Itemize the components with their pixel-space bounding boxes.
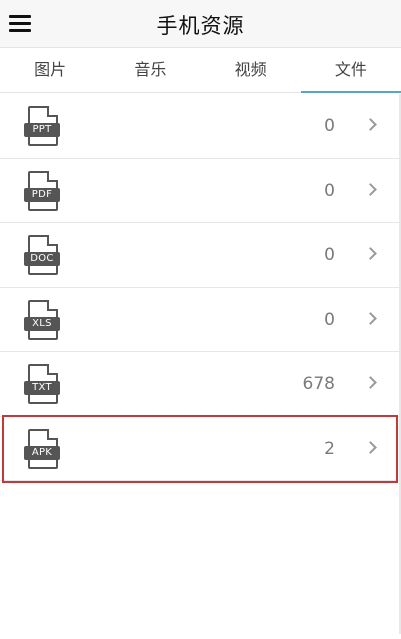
file-count: 2 bbox=[324, 438, 335, 459]
file-type-label: PDF bbox=[24, 187, 60, 202]
txt-file-icon: TXT bbox=[22, 364, 62, 406]
file-row-txt[interactable]: TXT 678 bbox=[0, 352, 401, 417]
file-count: 0 bbox=[324, 309, 335, 330]
file-count: 0 bbox=[324, 116, 335, 136]
file-type-label: PPT bbox=[24, 123, 60, 137]
chevron-right-icon bbox=[364, 118, 377, 131]
chevron-right-icon bbox=[364, 376, 377, 389]
file-row-apk[interactable]: APK 2 bbox=[0, 414, 401, 483]
file-count: 678 bbox=[302, 374, 335, 394]
page-title: 手机资源 bbox=[156, 14, 245, 38]
file-row-ppt[interactable]: PPT 0 bbox=[0, 94, 401, 159]
category-tabs: 图片 音乐 视频 文件 bbox=[0, 49, 401, 93]
tab-images[interactable]: 图片 bbox=[0, 49, 100, 92]
file-type-label: TXT bbox=[24, 381, 60, 395]
pdf-file-icon: PDF bbox=[22, 170, 62, 213]
file-type-label: XLS bbox=[24, 316, 60, 331]
file-type-label: DOC bbox=[24, 252, 60, 266]
ppt-file-icon: PPT bbox=[22, 106, 62, 148]
chevron-right-icon bbox=[364, 182, 377, 196]
file-row-xls[interactable]: XLS 0 bbox=[0, 287, 401, 352]
chevron-right-icon bbox=[364, 247, 377, 260]
file-count: 0 bbox=[324, 245, 335, 265]
apk-file-icon: APK bbox=[22, 428, 62, 471]
file-row-pdf[interactable]: PDF 0 bbox=[0, 158, 401, 223]
file-row-doc[interactable]: DOC 0 bbox=[0, 223, 401, 288]
file-type-label: APK bbox=[24, 445, 60, 460]
tab-music[interactable]: 音乐 bbox=[100, 49, 200, 92]
chevron-right-icon bbox=[364, 311, 377, 325]
file-count: 0 bbox=[324, 180, 335, 201]
doc-file-icon: DOC bbox=[22, 235, 62, 277]
app-header: 手机资源 bbox=[0, 0, 401, 48]
xls-file-icon: XLS bbox=[22, 299, 62, 342]
chevron-right-icon bbox=[364, 440, 377, 454]
tab-videos[interactable]: 视频 bbox=[201, 49, 301, 92]
tab-files[interactable]: 文件 bbox=[300, 49, 401, 93]
file-type-list: PPT 0 PDF 0 DOC 0 XLS 0 TXT 678 APK 2 bbox=[0, 94, 401, 483]
